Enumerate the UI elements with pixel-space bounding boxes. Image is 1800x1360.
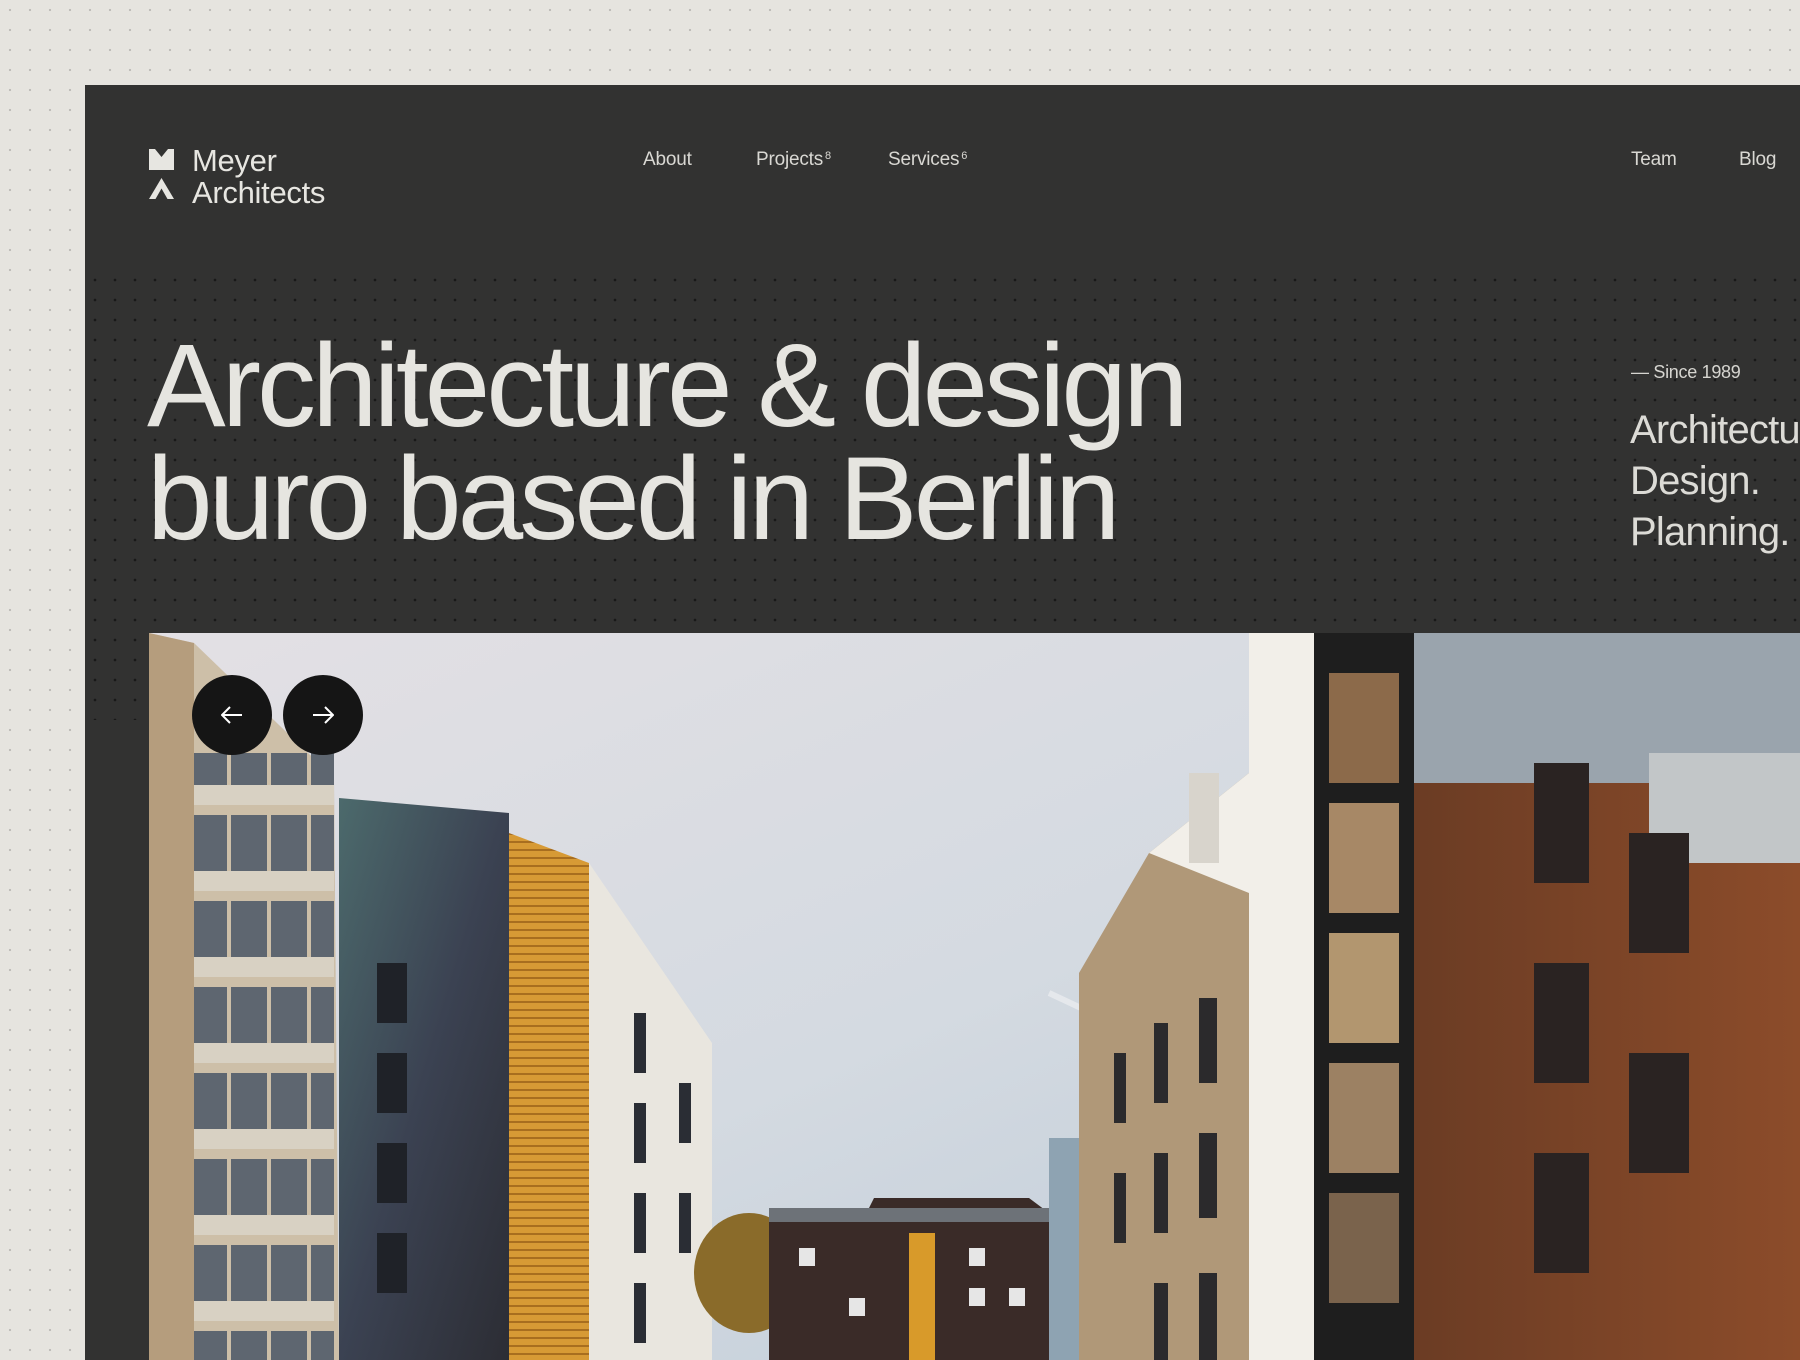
nav-about[interactable]: About bbox=[643, 149, 692, 171]
services-list: Architecture. Design. Planning. bbox=[1630, 405, 1800, 558]
arrow-left-icon bbox=[221, 706, 242, 724]
brand-name: Meyer Architects bbox=[192, 145, 325, 209]
nav-blog-label: Blog bbox=[1739, 149, 1777, 170]
website-frame: Meyer Architects About Projects 8 Service… bbox=[85, 85, 1800, 1360]
since-label: — Since 1989 bbox=[1631, 362, 1741, 382]
brand-logo[interactable]: Meyer Architects bbox=[149, 145, 325, 209]
service-item-architecture: Architecture. bbox=[1630, 408, 1800, 452]
nav-about-label: About bbox=[643, 149, 692, 170]
nav-services-label: Services bbox=[888, 149, 960, 170]
nav-blog[interactable]: Blog bbox=[1739, 149, 1776, 171]
nav-services[interactable]: Services 6 bbox=[888, 149, 967, 171]
nav-projects-label: Projects bbox=[756, 149, 824, 170]
nav-projects-count: 8 bbox=[825, 150, 831, 162]
logo-mark-icon bbox=[149, 149, 174, 199]
hero-headline-line2: buro based in Berlin bbox=[147, 433, 1121, 565]
hero-headline: Architecture & design buro based in Berl… bbox=[147, 320, 1189, 565]
nav-team-label: Team bbox=[1631, 149, 1677, 170]
arrow-right-icon bbox=[313, 706, 334, 724]
service-item-design: Design. bbox=[1630, 459, 1761, 503]
hero-headline-line1: Architecture & design bbox=[147, 320, 1189, 452]
nav-projects[interactable]: Projects 8 bbox=[756, 149, 831, 171]
service-item-planning: Planning. bbox=[1630, 510, 1790, 554]
nav-services-count: 6 bbox=[961, 150, 968, 162]
brand-name-line1: Meyer bbox=[192, 143, 277, 178]
nav-team[interactable]: Team bbox=[1631, 149, 1677, 171]
slider-next-button[interactable] bbox=[283, 675, 363, 755]
hero-image-buildings bbox=[149, 633, 1800, 1360]
brand-name-line2: Architects bbox=[192, 175, 326, 210]
slider-prev-button[interactable] bbox=[192, 675, 272, 755]
